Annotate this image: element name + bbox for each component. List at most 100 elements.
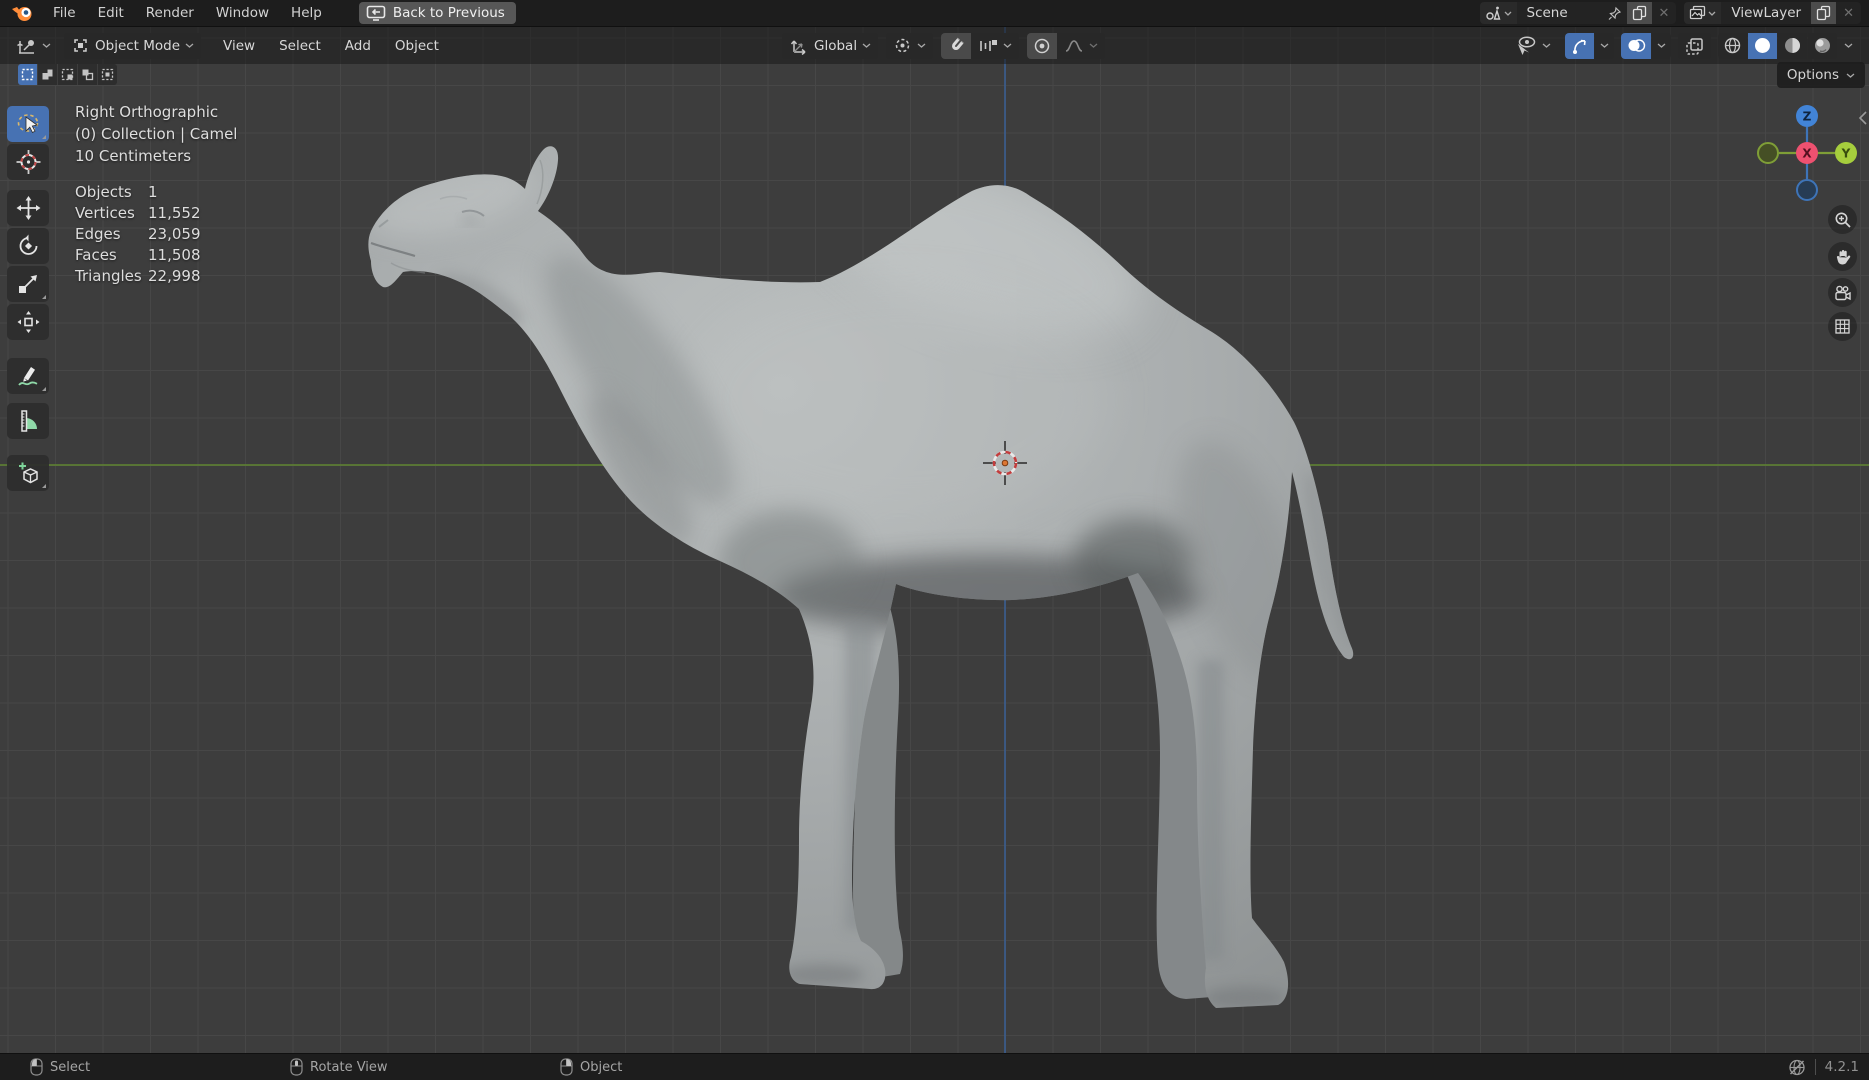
gizmo-x-label: X — [1802, 147, 1812, 161]
stat-label: Vertices — [75, 204, 135, 222]
xray-toggle[interactable] — [1678, 32, 1711, 59]
options-button[interactable]: Options — [1776, 62, 1865, 88]
pivot-point-selector[interactable] — [886, 32, 934, 59]
stat-label: Objects — [75, 183, 132, 201]
scene-selector: Scene ✕ — [1479, 2, 1677, 24]
scene-pin-button[interactable] — [1603, 2, 1627, 24]
gizmo-axis-z-negative[interactable] — [1796, 179, 1818, 201]
material-shading-icon — [1785, 38, 1800, 53]
select-mode-invert[interactable] — [78, 64, 97, 85]
object-visibility-button[interactable] — [1508, 33, 1558, 59]
show-gizmo-toggle[interactable] — [1565, 32, 1594, 59]
menu-render[interactable]: Render — [135, 0, 205, 26]
stat-value: 23,059 — [148, 225, 201, 243]
camera-view-button[interactable] — [1828, 278, 1857, 307]
tool-move[interactable] — [7, 190, 49, 226]
editor-type-button[interactable] — [8, 33, 58, 59]
proportional-falloff-button[interactable] — [1057, 32, 1106, 59]
zoom-view-button[interactable] — [1828, 205, 1857, 234]
snap-increment-icon — [980, 39, 998, 51]
stat-vertices: Vertices 11,552 — [75, 204, 201, 222]
tool-rotate[interactable] — [7, 228, 49, 264]
menu-view[interactable]: View — [211, 38, 267, 54]
tool-transform[interactable] — [7, 304, 49, 340]
chevron-down-icon — [1003, 43, 1012, 48]
menu-select[interactable]: Select — [267, 38, 333, 54]
menu-window[interactable]: Window — [205, 0, 280, 26]
viewlayer-browse-button[interactable] — [1684, 2, 1722, 24]
tool-annotate[interactable] — [7, 358, 49, 394]
tool-cursor[interactable] — [7, 144, 49, 180]
pin-icon — [1608, 6, 1621, 20]
scene-new-button[interactable] — [1626, 2, 1652, 24]
scene-name-field[interactable]: Scene — [1517, 5, 1603, 21]
grid-ortho-icon — [1835, 319, 1850, 334]
pan-view-button[interactable] — [1828, 242, 1857, 271]
stat-faces: Faces 11,508 — [75, 246, 201, 264]
show-overlays-toggle[interactable] — [1621, 32, 1651, 59]
toggle-projection-button[interactable] — [1828, 312, 1857, 341]
menu-add[interactable]: Add — [333, 38, 383, 54]
gizmo-settings-button[interactable] — [1595, 32, 1614, 59]
context-label: (0) Collection | Camel — [75, 125, 238, 143]
viewport-3d[interactable]: Object Mode View Select Add Object Globa… — [0, 27, 1869, 1053]
shading-rendered-button[interactable] — [1808, 32, 1837, 59]
viewlayer-selector: ViewLayer ✕ — [1684, 2, 1861, 24]
camel-model[interactable] — [0, 27, 1869, 1053]
tool-scale[interactable] — [7, 266, 49, 302]
viewlayer-icon — [1690, 5, 1706, 20]
navigation-gizmo[interactable]: Z Y X — [1757, 95, 1857, 213]
tool-tweak-select[interactable] — [7, 106, 49, 142]
right-mouse-icon — [560, 1058, 573, 1076]
options-label: Options — [1786, 67, 1839, 83]
shading-wireframe-button[interactable] — [1718, 32, 1747, 59]
object-mode-icon — [74, 39, 87, 52]
blender-logo-icon[interactable] — [0, 2, 42, 24]
menu-edit[interactable]: Edit — [87, 0, 135, 26]
chevron-down-icon — [42, 43, 51, 48]
proportional-edit-icon — [1034, 38, 1050, 53]
viewlayer-remove-button[interactable]: ✕ — [1836, 6, 1861, 21]
shading-solid-button[interactable] — [1748, 32, 1777, 59]
mode-selector[interactable]: Object Mode — [64, 32, 202, 59]
gizmo-axis-y-negative[interactable] — [1757, 142, 1779, 164]
move-tool-icon — [16, 196, 40, 220]
sidebar-toggle-chevron-icon[interactable] — [1858, 110, 1868, 126]
tool-subtools-indicator — [42, 295, 46, 299]
rotate-tool-icon — [19, 234, 37, 255]
snap-settings-button[interactable] — [971, 32, 1020, 59]
grid-scale-label: 10 Centimeters — [75, 147, 192, 165]
select-mode-subtract[interactable] — [58, 64, 77, 85]
tool-add-cube[interactable] — [7, 455, 49, 491]
menu-help[interactable]: Help — [280, 0, 333, 26]
shading-settings-chevron-icon[interactable] — [1844, 43, 1853, 48]
rendered-shading-icon — [1815, 38, 1830, 53]
duplicate-icon — [1632, 5, 1646, 21]
menu-object[interactable]: Object — [383, 38, 451, 54]
shading-material-button[interactable] — [1778, 32, 1807, 59]
tool-subtools-indicator — [42, 484, 46, 488]
menu-file[interactable]: File — [42, 0, 87, 26]
wireframe-shading-icon — [1724, 37, 1741, 54]
tool-measure[interactable] — [7, 403, 49, 439]
annotate-tool-icon — [17, 367, 37, 386]
select-mode-extend[interactable] — [38, 64, 57, 85]
status-bar: Select Rotate View Object 4.2.1 — [0, 1053, 1869, 1080]
select-mode-set[interactable] — [18, 64, 37, 85]
gizmo-z-label: Z — [1803, 110, 1812, 124]
chevron-down-icon — [917, 43, 926, 48]
select-mode-intersect[interactable] — [98, 64, 117, 85]
transform-orientation-selector[interactable]: Global — [782, 32, 879, 59]
network-offline-icon[interactable] — [1787, 1058, 1807, 1077]
scene-browse-button[interactable] — [1479, 2, 1517, 24]
snap-toggle-button[interactable] — [941, 32, 972, 59]
viewlayer-name-field[interactable]: ViewLayer — [1721, 5, 1811, 21]
hint-object: Object — [560, 1054, 622, 1080]
back-to-previous-button[interactable]: Back to Previous — [358, 2, 516, 24]
gizmo-icon — [1573, 39, 1586, 54]
viewlayer-new-button[interactable] — [1811, 2, 1837, 24]
overlays-settings-button[interactable] — [1652, 32, 1671, 59]
stat-value: 11,552 — [148, 204, 201, 222]
scene-unlink-button[interactable]: ✕ — [1652, 6, 1677, 21]
proportional-edit-toggle[interactable] — [1027, 32, 1058, 59]
